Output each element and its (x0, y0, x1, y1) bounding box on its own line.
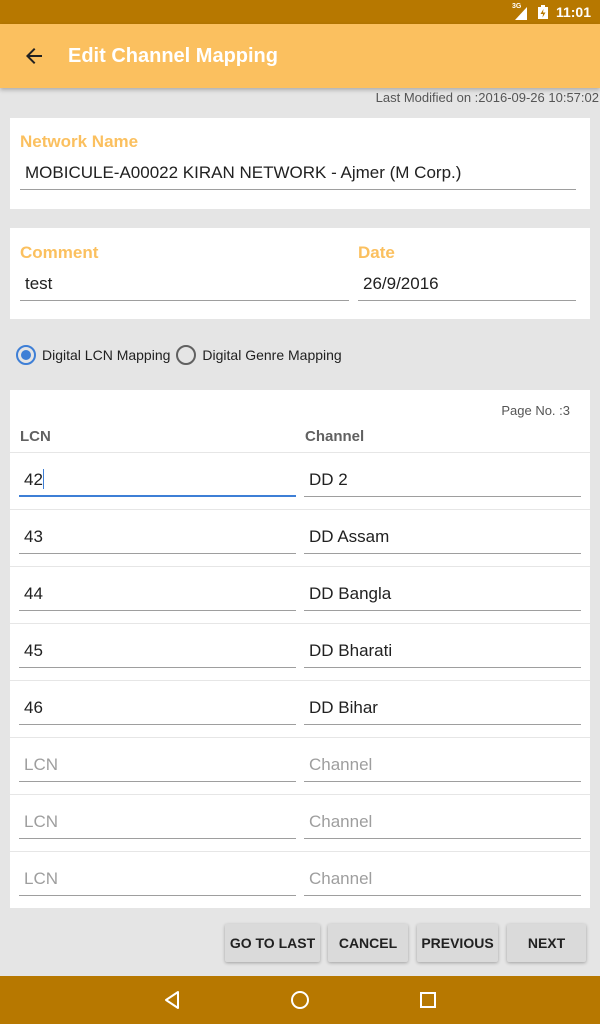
network-card: Network Name (10, 118, 590, 209)
lcn-input[interactable] (24, 524, 291, 550)
table-row: 42 (10, 452, 590, 509)
mapping-table-card: Page No. :3 LCN Channel 42 (10, 390, 590, 908)
table-row (10, 566, 590, 623)
lcn-input-field[interactable] (19, 638, 296, 668)
network-name-input[interactable] (25, 160, 571, 186)
lcn-input[interactable] (24, 638, 291, 664)
lcn-input-field[interactable] (19, 581, 296, 611)
date-label: Date (358, 243, 395, 262)
network-name-label: Network Name (20, 132, 139, 151)
channel-input-field[interactable] (304, 866, 581, 896)
table-row (10, 851, 590, 908)
status-bar: 3G 11:01 (0, 0, 600, 24)
lcn-input[interactable] (24, 581, 291, 607)
lcn-input[interactable] (24, 752, 291, 778)
channel-input-field[interactable] (304, 467, 581, 497)
channel-input[interactable] (309, 695, 576, 721)
radio-label: Digital Genre Mapping (202, 347, 342, 363)
lcn-column-header: LCN (20, 428, 51, 445)
table-row (10, 680, 590, 737)
page-number: Page No. :3 (501, 403, 570, 418)
previous-button[interactable]: PREVIOUS (417, 924, 498, 962)
channel-column-header: Channel (305, 428, 365, 445)
channel-input[interactable] (309, 752, 576, 778)
channel-input-field[interactable] (304, 524, 581, 554)
table-row (10, 794, 590, 851)
page-title: Edit Channel Mapping (68, 45, 278, 67)
lcn-input-field[interactable] (19, 695, 296, 725)
navigation-bar (0, 976, 600, 1024)
channel-input[interactable] (309, 581, 576, 607)
channel-input[interactable] (309, 638, 576, 664)
date-input[interactable] (363, 271, 571, 297)
lcn-input-field[interactable] (19, 752, 296, 782)
last-modified-text: Last Modified on :2016-09-26 10:57:02 (375, 90, 599, 105)
text-cursor (42, 469, 44, 489)
channel-input-field[interactable] (304, 695, 581, 725)
cancel-button[interactable]: CANCEL (328, 924, 408, 962)
date-field[interactable] (358, 271, 576, 301)
radio-label: Digital LCN Mapping (42, 347, 171, 363)
radio-unchecked-icon[interactable] (176, 345, 197, 365)
battery-icon (538, 5, 548, 19)
comment-field[interactable] (20, 271, 349, 301)
go-to-last-button[interactable]: GO TO LAST (225, 924, 320, 962)
channel-input[interactable] (309, 467, 576, 493)
channel-input-field[interactable] (304, 581, 581, 611)
channel-input[interactable] (309, 866, 576, 892)
comment-input[interactable] (25, 271, 344, 297)
comment-date-card: Comment Date (10, 228, 590, 319)
lcn-input-field[interactable] (19, 524, 296, 554)
lcn-input[interactable] (24, 809, 291, 835)
table-row (10, 509, 590, 566)
channel-input[interactable] (309, 524, 576, 550)
lcn-input-field[interactable] (19, 866, 296, 896)
nav-back-icon[interactable] (160, 988, 184, 1012)
channel-input[interactable] (309, 809, 576, 835)
channel-input-field[interactable] (304, 752, 581, 782)
lcn-input-field[interactable]: 42 (19, 467, 296, 497)
radio-digital-lcn-mapping[interactable]: Digital LCN Mapping (16, 345, 170, 365)
comment-label: Comment (20, 243, 99, 262)
lcn-value[interactable]: 42 (24, 470, 43, 489)
radio-digital-genre-mapping[interactable]: Digital Genre Mapping (176, 345, 342, 365)
next-button[interactable]: NEXT (507, 924, 586, 962)
table-row (10, 623, 590, 680)
network-name-field[interactable] (20, 160, 576, 190)
lcn-input[interactable] (24, 695, 291, 721)
status-clock: 11:01 (555, 4, 591, 20)
channel-input-field[interactable] (304, 809, 581, 839)
table-row (10, 737, 590, 794)
lcn-input-field[interactable] (19, 809, 296, 839)
nav-recents-icon[interactable] (416, 988, 440, 1012)
lcn-input[interactable] (24, 866, 291, 892)
app-bar: Edit Channel Mapping (0, 24, 600, 88)
radio-checked-icon[interactable] (16, 345, 36, 365)
arrow-back-icon[interactable] (22, 44, 46, 68)
channel-input-field[interactable] (304, 638, 581, 668)
nav-home-icon[interactable] (288, 988, 312, 1012)
signal-icon: 3G (512, 3, 528, 20)
mapping-type-radio-group: Digital LCN Mapping Digital Genre Mappin… (16, 344, 348, 366)
